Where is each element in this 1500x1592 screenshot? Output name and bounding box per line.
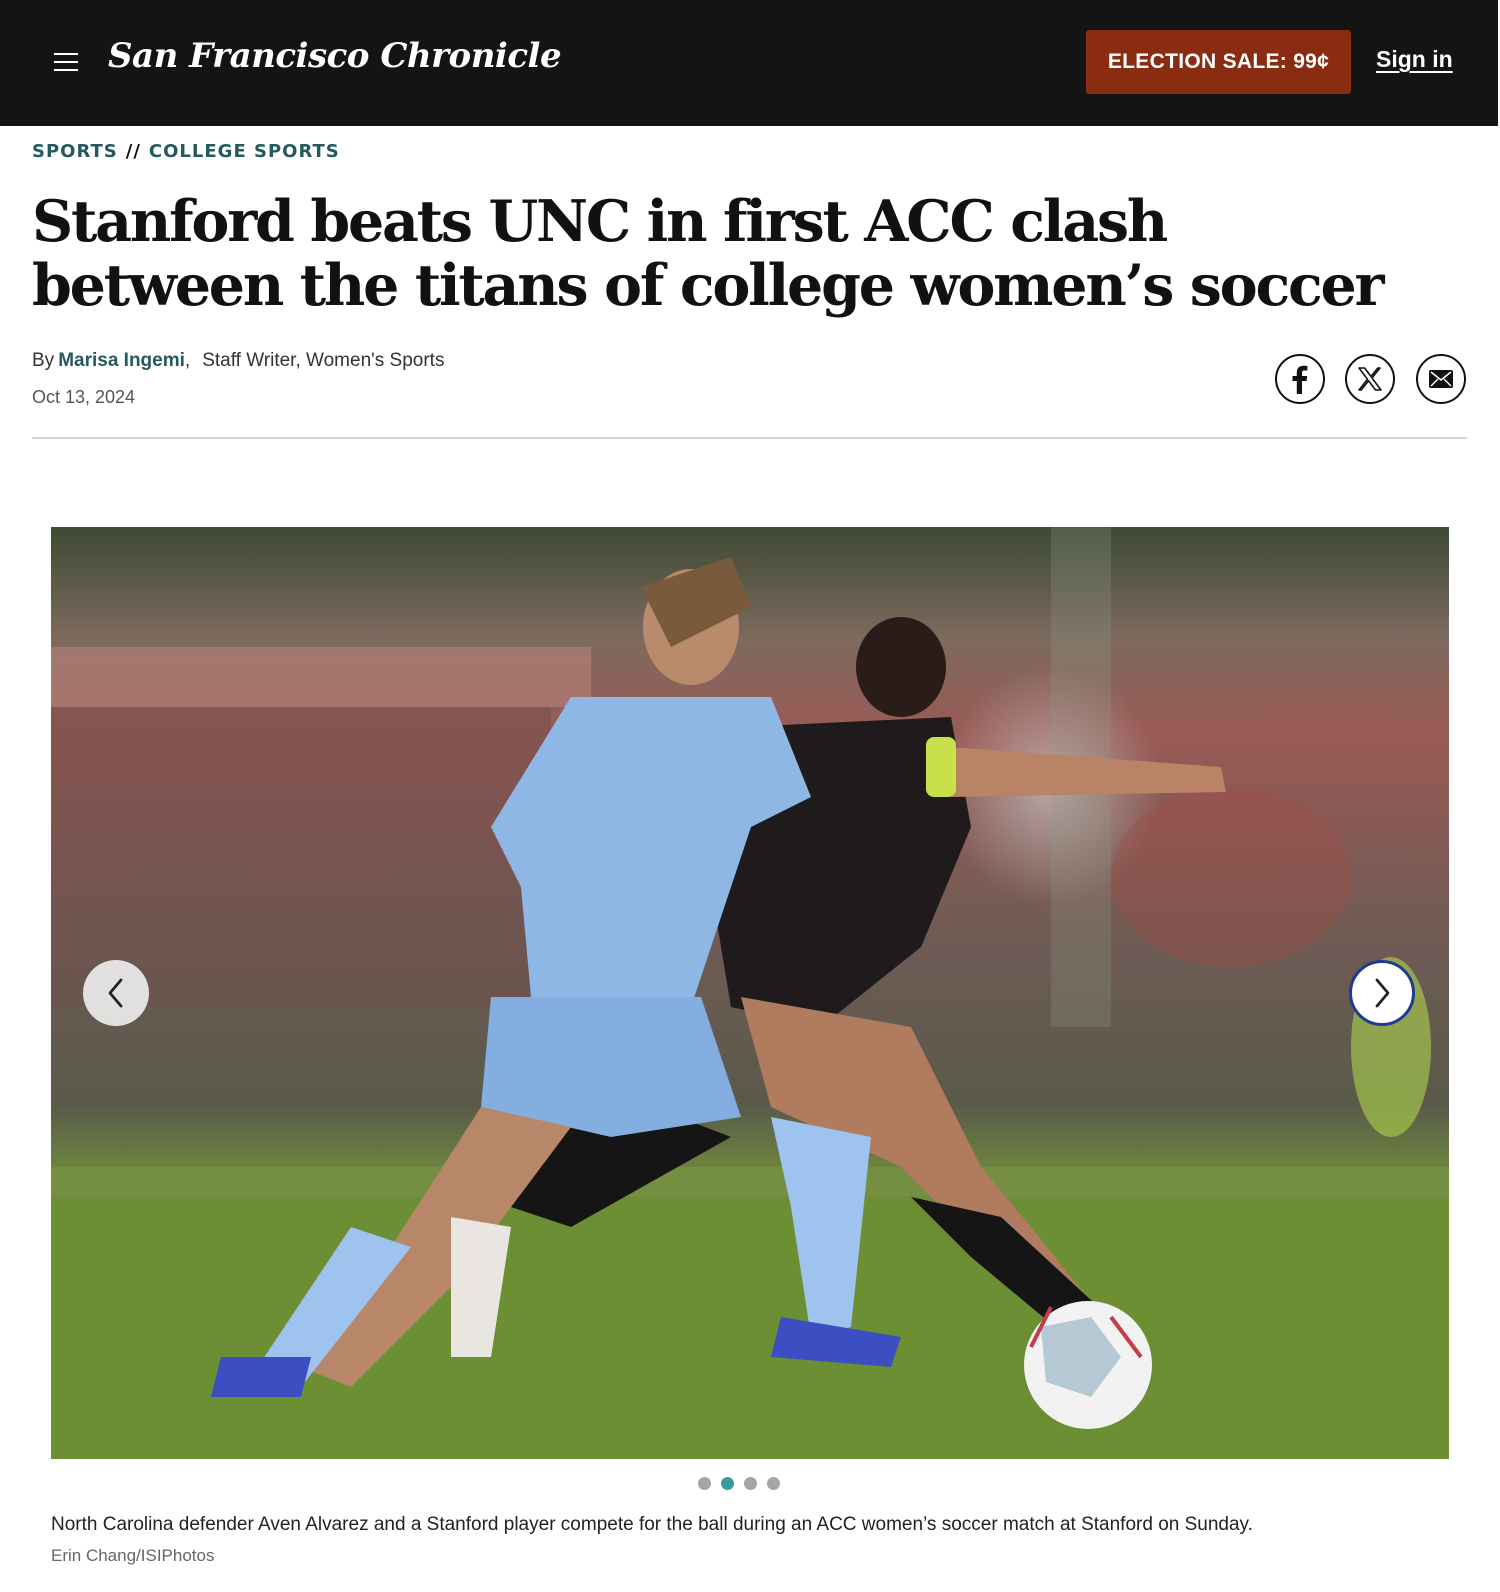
chevron-left-icon xyxy=(108,978,123,1008)
share-facebook-button[interactable] xyxy=(1275,354,1325,404)
gallery-dot-3[interactable] xyxy=(744,1477,757,1490)
election-sale-button[interactable]: ELECTION SALE: 99¢ xyxy=(1086,30,1351,94)
gallery-dots xyxy=(698,1477,780,1490)
breadcrumb: SPORTS // COLLEGE SPORTS xyxy=(32,141,340,162)
author-role: Staff Writer, Women's Sports xyxy=(202,350,445,371)
photo-caption: North Carolina defender Aven Alvarez and… xyxy=(51,1514,1253,1535)
publish-date: Oct 13, 2024 xyxy=(32,387,136,407)
gallery-next-button[interactable] xyxy=(1349,960,1415,1026)
breadcrumb-sports[interactable]: SPORTS xyxy=(32,141,118,162)
author-link[interactable]: Marisa Ingemi xyxy=(58,350,185,372)
gallery-dot-2-active[interactable] xyxy=(721,1477,734,1490)
article-headline: Stanford beats UNC in first ACC clash be… xyxy=(32,188,1385,319)
gallery-dot-4[interactable] xyxy=(767,1477,780,1490)
breadcrumb-college-sports[interactable]: COLLEGE SPORTS xyxy=(149,141,340,162)
breadcrumb-separator: // xyxy=(125,141,141,162)
soccer-photo-illustration xyxy=(51,527,1449,1459)
byline-prefix: By xyxy=(32,350,55,371)
header-divider xyxy=(32,437,1467,439)
byline: By Marisa Ingemi , Staff Writer, Women's… xyxy=(32,350,444,372)
gallery-dot-1[interactable] xyxy=(698,1477,711,1490)
hamburger-menu-icon[interactable] xyxy=(52,50,80,74)
x-twitter-icon xyxy=(1358,367,1382,391)
photo-credit: Erin Chang/ISIPhotos xyxy=(51,1546,215,1565)
sign-in-link[interactable]: Sign in xyxy=(1376,46,1453,73)
gallery-prev-button[interactable] xyxy=(83,960,149,1026)
article-photo[interactable] xyxy=(51,527,1449,1459)
chevron-right-icon xyxy=(1375,978,1390,1008)
site-header: San Francisco Chronicle ELECTION SALE: 9… xyxy=(0,0,1498,126)
share-x-button[interactable] xyxy=(1345,354,1395,404)
site-logo[interactable]: San Francisco Chronicle xyxy=(108,36,562,76)
facebook-icon xyxy=(1292,365,1308,394)
byline-comma: , xyxy=(184,350,191,371)
email-icon xyxy=(1429,370,1453,388)
share-email-button[interactable] xyxy=(1416,354,1466,404)
